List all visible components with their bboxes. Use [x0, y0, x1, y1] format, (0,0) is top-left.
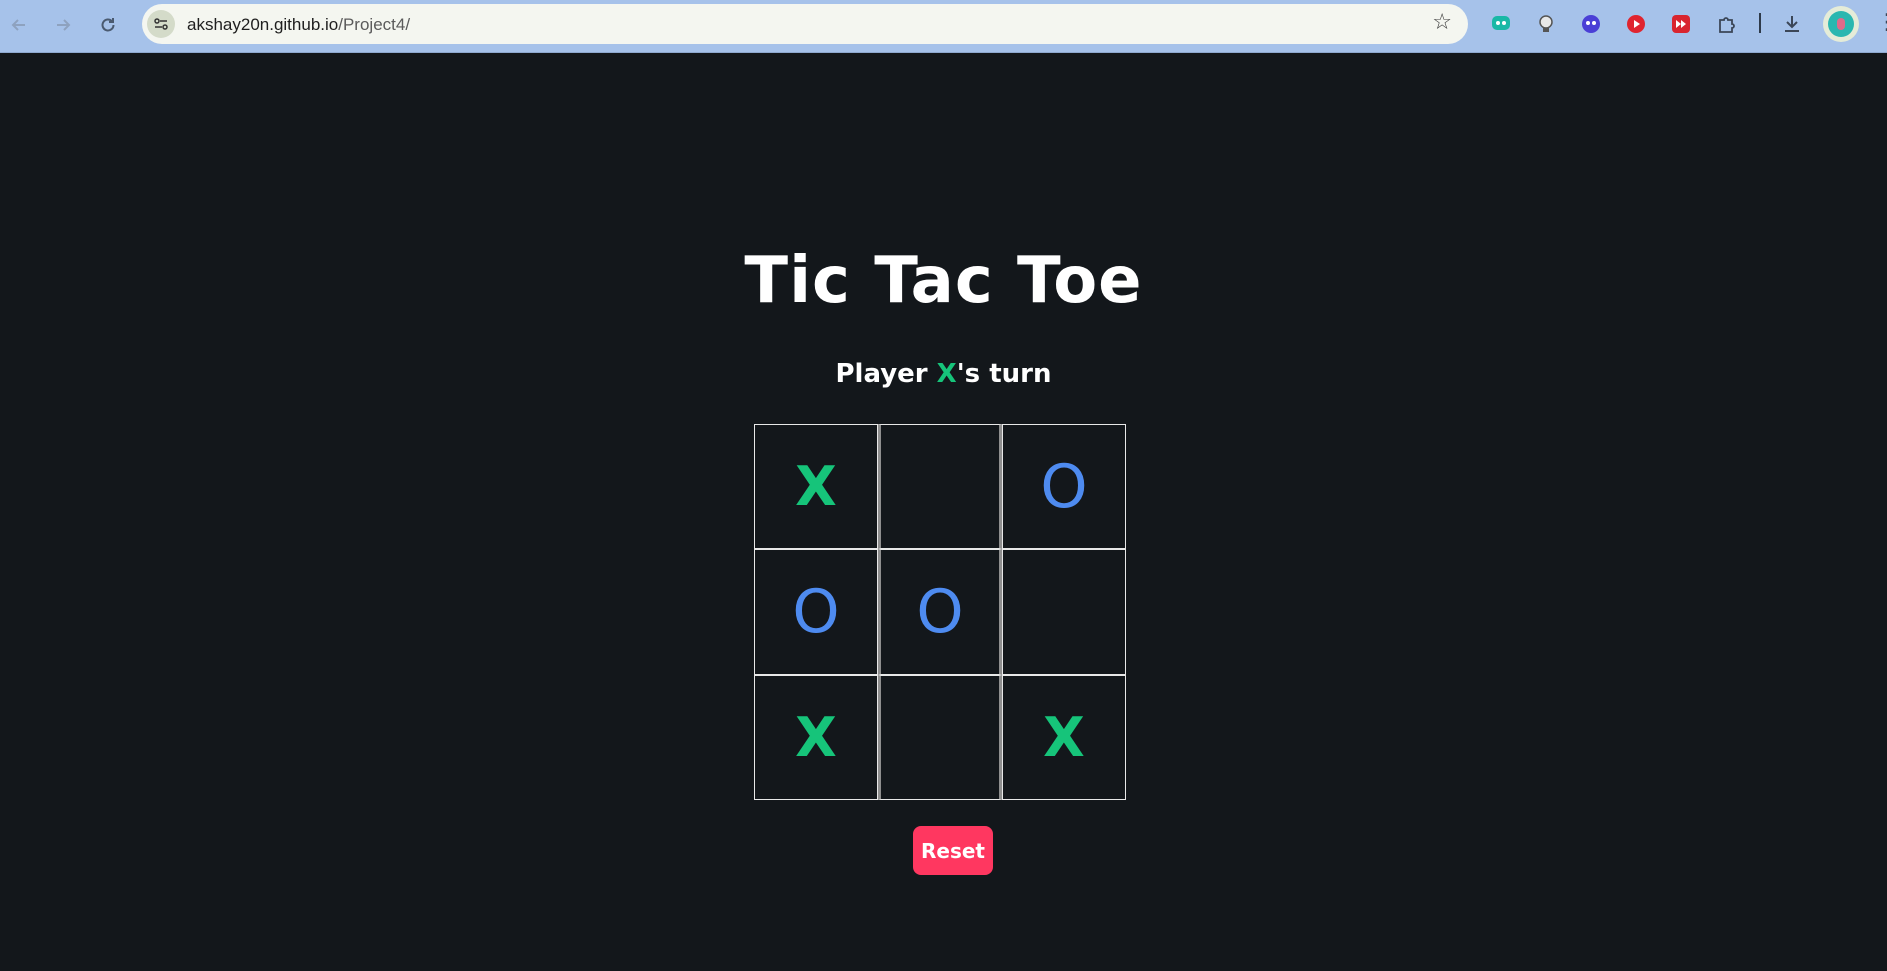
- avatar-image: [1828, 11, 1854, 37]
- play-extension-button[interactable]: [1625, 13, 1647, 35]
- download-icon: [1785, 16, 1799, 32]
- board-cell-6[interactable]: [1002, 549, 1126, 675]
- board-cell-8[interactable]: [878, 675, 1002, 800]
- reset-button[interactable]: Reset: [913, 826, 993, 875]
- extensions-button[interactable]: [1716, 13, 1738, 35]
- url-host: akshay20n.github.io: [187, 15, 339, 34]
- turn-prefix: Player: [835, 359, 937, 389]
- browser-menu-button[interactable]: ⋮: [1876, 10, 1887, 36]
- kebab-menu-icon: ⋮: [1876, 10, 1887, 35]
- turn-suffix: 's turn: [956, 359, 1052, 389]
- chat-extension-button[interactable]: [1490, 13, 1512, 35]
- play-extension-icon: [1627, 15, 1645, 33]
- forward-button[interactable]: [48, 10, 78, 40]
- browser-toolbar: akshay20n.github.io/Project4/ ☆ ⋮: [0, 0, 1887, 53]
- address-bar[interactable]: akshay20n.github.io/Project4/ ☆: [142, 4, 1468, 44]
- face-extension-button[interactable]: [1580, 13, 1602, 35]
- profile-avatar[interactable]: [1823, 6, 1859, 42]
- arrow-right-icon: [57, 19, 71, 31]
- board-cell-9[interactable]: X: [1002, 675, 1126, 800]
- reload-button[interactable]: [93, 10, 123, 40]
- face-extension-icon: [1582, 15, 1600, 33]
- tune-icon: [154, 18, 168, 30]
- chat-extension-icon: [1492, 16, 1510, 30]
- bookmark-star-button[interactable]: ☆: [1432, 12, 1452, 34]
- turn-mark: X: [936, 359, 957, 389]
- board-cell-7[interactable]: X: [754, 675, 878, 800]
- fast-forward-extension-icon: [1672, 15, 1690, 33]
- puzzle-icon: [1719, 17, 1735, 33]
- lightbulb-extension-button[interactable]: [1535, 13, 1557, 35]
- lightbulb-extension-icon: [1539, 15, 1553, 32]
- toolbar-divider: [1759, 13, 1761, 33]
- page-title: Tic Tac Toe: [744, 244, 1143, 318]
- fast-forward-extension-button[interactable]: [1670, 13, 1692, 35]
- arrow-left-icon: [11, 19, 25, 31]
- board-cell-5[interactable]: O: [878, 549, 1002, 675]
- downloads-button[interactable]: [1781, 13, 1803, 35]
- board-cell-4[interactable]: O: [754, 549, 878, 675]
- site-info-button[interactable]: [147, 10, 175, 38]
- board-cell-3[interactable]: O: [1002, 424, 1126, 549]
- turn-indicator: Player X's turn: [0, 354, 1887, 394]
- url-text[interactable]: akshay20n.github.io/Project4/: [187, 15, 410, 35]
- board-cell-2[interactable]: [878, 424, 1002, 549]
- board-cell-1[interactable]: X: [754, 424, 878, 549]
- star-icon: ☆: [1432, 10, 1452, 35]
- url-path: /Project4/: [338, 15, 411, 34]
- back-button[interactable]: [4, 10, 34, 40]
- game-board: X O O O X X: [754, 424, 1128, 802]
- reload-icon: [101, 18, 115, 32]
